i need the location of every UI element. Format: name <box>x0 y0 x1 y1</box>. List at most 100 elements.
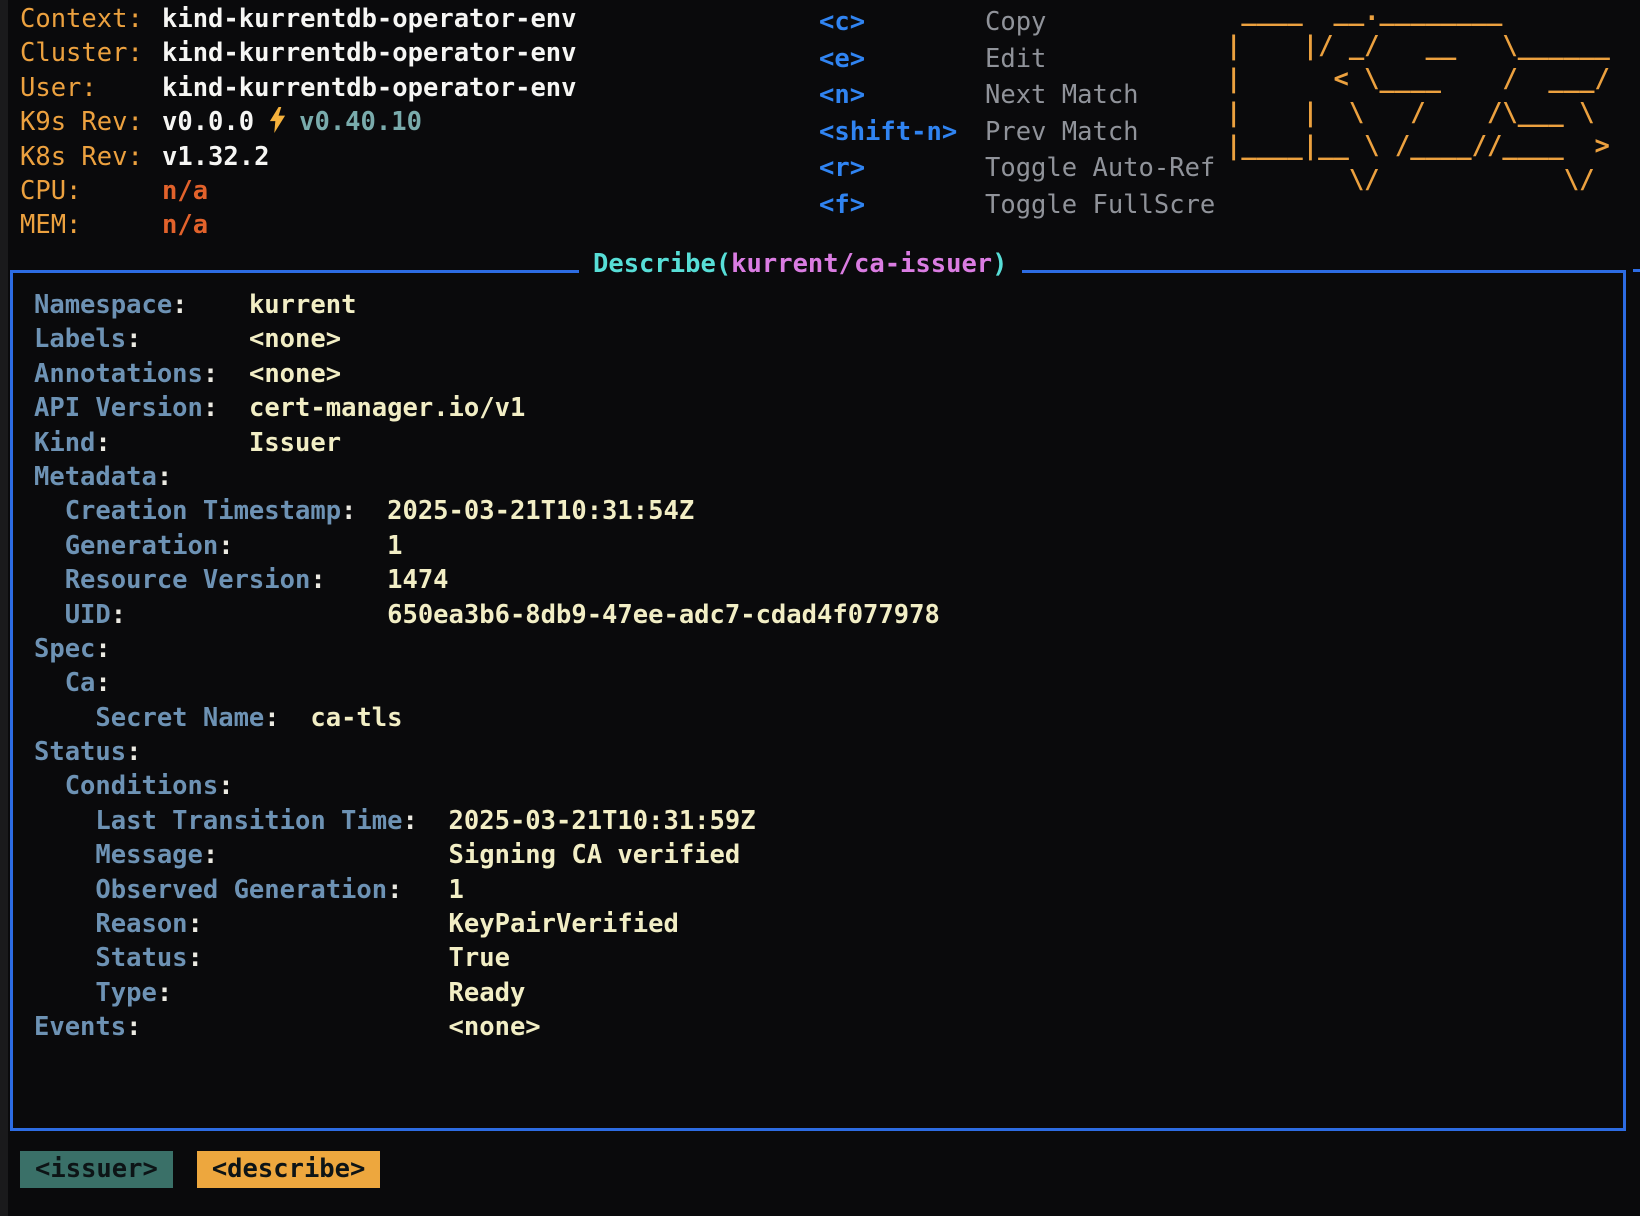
describe-panel: Describe(kurrent/ca-issuer) Namespace: k… <box>10 270 1626 1131</box>
describe-key: Reason <box>34 909 188 939</box>
describe-key: API Version <box>34 393 203 423</box>
menu-item-next-match[interactable]: <n>Next Match <box>819 77 1215 114</box>
describe-value: Signing CA verified <box>449 840 741 870</box>
panel-title-resource: kurrent/ca-issuer <box>731 249 992 279</box>
describe-colon: : <box>126 737 141 767</box>
info-value-k9s-rev: v0.0.0 <box>162 107 254 137</box>
describe-line-spec: Spec: <box>34 632 1623 666</box>
describe-pad <box>203 943 449 973</box>
panel-title-function: Describe( <box>593 249 731 279</box>
describe-colon: : <box>188 943 203 973</box>
describe-line-uid: UID: 650ea3b6-8db9-47ee-adc7-cdad4f07797… <box>34 598 1623 632</box>
info-row-context: Context:kind-kurrentdb-operator-env <box>20 2 577 36</box>
describe-line-ca: Ca: <box>34 666 1623 700</box>
describe-colon: : <box>95 634 110 664</box>
describe-colon: : <box>126 1012 141 1042</box>
info-value-mem: n/a <box>162 210 208 240</box>
describe-line-events: Events: <none> <box>34 1010 1623 1044</box>
describe-colon: : <box>203 359 218 389</box>
describe-value: Ready <box>449 978 526 1008</box>
menu-desc-next-match: Next Match <box>985 80 1139 110</box>
describe-pad <box>141 324 248 354</box>
describe-value: 1 <box>387 531 402 561</box>
panel-title: Describe(kurrent/ca-issuer) <box>579 247 1022 281</box>
menu-item-toggle-auto-refresh[interactable]: <r>Toggle Auto-Ref <box>819 150 1215 187</box>
crumb-issuer[interactable]: <issuer> <box>20 1151 173 1188</box>
describe-colon: : <box>188 909 203 939</box>
describe-value: kurrent <box>249 290 356 320</box>
k9s-logo-line: | < \____ / ___/ <box>1226 63 1610 97</box>
describe-pad <box>172 978 448 1008</box>
describe-line-labels: Labels: <none> <box>34 322 1623 356</box>
menu-item-copy[interactable]: <c>Copy <box>819 4 1215 41</box>
describe-line-condition-status: Status: True <box>34 941 1623 975</box>
describe-pad <box>141 1012 448 1042</box>
describe-line-secret-name: Secret Name: ca-tls <box>34 701 1623 735</box>
describe-colon: : <box>157 462 172 492</box>
describe-pad <box>218 393 249 423</box>
describe-colon: : <box>95 428 110 458</box>
describe-line-resource-version: Resource Version: 1474 <box>34 563 1623 597</box>
menu-item-prev-match[interactable]: <shift-n>Prev Match <box>819 114 1215 151</box>
describe-value: <none> <box>449 1012 541 1042</box>
describe-value: Issuer <box>249 428 341 458</box>
describe-value: 1474 <box>387 565 448 595</box>
menu-desc-toggle-fullscreen: Toggle FullScre <box>985 190 1215 220</box>
describe-value: <none> <box>249 324 341 354</box>
describe-colon: : <box>387 875 402 905</box>
k9s-logo-line: ____ __.________ <box>1226 0 1610 30</box>
describe-pad <box>402 875 448 905</box>
cluster-info-panel: Context:kind-kurrentdb-operator-env Clus… <box>20 2 577 243</box>
left-gutter <box>0 0 8 1216</box>
describe-line-kind: Kind: Issuer <box>34 426 1623 460</box>
describe-pad <box>280 703 311 733</box>
describe-key: Annotations <box>34 359 203 389</box>
menu-key-toggle-auto-refresh: <r> <box>819 150 985 187</box>
describe-key: Secret Name <box>34 703 264 733</box>
info-label-user: User: <box>20 71 162 105</box>
describe-line-generation: Generation: 1 <box>34 529 1623 563</box>
describe-key: Message <box>34 840 203 870</box>
describe-colon: : <box>218 531 233 561</box>
info-value-cpu: n/a <box>162 176 208 206</box>
describe-colon: : <box>126 324 141 354</box>
menu-key-toggle-fullscreen: <f> <box>819 187 985 224</box>
describe-key: Kind <box>34 428 95 458</box>
describe-line-metadata: Metadata: <box>34 460 1623 494</box>
describe-colon: : <box>218 771 233 801</box>
hotkey-menu: <c>Copy <e>Edit <n>Next Match <shift-n>P… <box>819 4 1215 223</box>
info-value-cluster: kind-kurrentdb-operator-env <box>162 38 577 68</box>
describe-line-observed-generation: Observed Generation: 1 <box>34 873 1623 907</box>
describe-key: Status <box>34 943 188 973</box>
describe-line-creation-timestamp: Creation Timestamp: 2025-03-21T10:31:54Z <box>34 494 1623 528</box>
menu-key-next-match: <n> <box>819 77 985 114</box>
info-label-k8s-rev: K8s Rev: <box>20 140 162 174</box>
menu-item-toggle-fullscreen[interactable]: <f>Toggle FullScre <box>819 187 1215 224</box>
info-value-user: kind-kurrentdb-operator-env <box>162 73 577 103</box>
info-label-cluster: Cluster: <box>20 36 162 70</box>
describe-line-condition-type: Type: Ready <box>34 976 1623 1010</box>
describe-pad <box>418 806 449 836</box>
describe-value: True <box>449 943 510 973</box>
info-row-mem: MEM:n/a <box>20 208 577 242</box>
info-label-k9s-rev: K9s Rev: <box>20 105 162 139</box>
describe-key: Namespace <box>34 290 172 320</box>
info-label-cpu: CPU: <box>20 174 162 208</box>
describe-line-last-transition-time: Last Transition Time: 2025-03-21T10:31:5… <box>34 804 1623 838</box>
info-row-cpu: CPU:n/a <box>20 174 577 208</box>
describe-pad <box>218 359 249 389</box>
info-upgrade-version: v0.40.10 <box>299 107 422 137</box>
describe-line-reason: Reason: KeyPairVerified <box>34 907 1623 941</box>
describe-key: Resource Version <box>34 565 310 595</box>
describe-pad <box>326 565 387 595</box>
describe-value: KeyPairVerified <box>449 909 679 939</box>
menu-desc-copy: Copy <box>985 7 1046 37</box>
info-value-context: kind-kurrentdb-operator-env <box>162 4 577 34</box>
menu-item-edit[interactable]: <e>Edit <box>819 41 1215 78</box>
crumb-describe[interactable]: <describe> <box>197 1151 381 1188</box>
describe-key: Status <box>34 737 126 767</box>
describe-content: Namespace: kurrent Labels: <none> Annota… <box>13 273 1623 1045</box>
describe-colon: : <box>402 806 417 836</box>
info-row-k8s-rev: K8s Rev:v1.32.2 <box>20 140 577 174</box>
describe-colon: : <box>111 600 126 630</box>
